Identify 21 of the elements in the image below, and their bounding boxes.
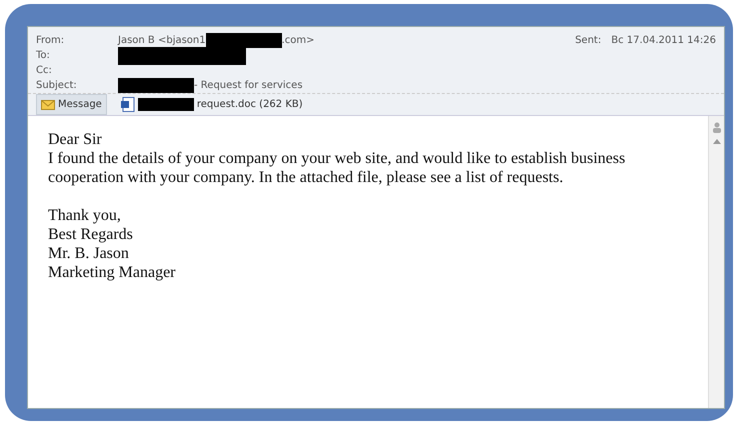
body-text: Best Regards bbox=[48, 225, 134, 244]
body-text: Marketing Manager bbox=[48, 263, 177, 282]
envelope-icon bbox=[41, 100, 55, 110]
field-label: Cc: bbox=[36, 64, 53, 78]
body-text: Thank you, bbox=[48, 206, 122, 225]
scroll-up-icon[interactable] bbox=[712, 138, 720, 144]
field-label: Sent: bbox=[575, 34, 602, 48]
field-value: - Request for services bbox=[194, 79, 303, 93]
body-text: Dear Sir bbox=[48, 130, 103, 149]
body-text: I found the details of your company on your web site, and would like to establish business cooperation with your company. In the attached file, please see a list of requests. bbox=[48, 149, 626, 187]
document-icon bbox=[120, 97, 135, 112]
field-label: Subject: bbox=[36, 79, 78, 93]
field-label: From: bbox=[36, 34, 66, 48]
people-icon[interactable] bbox=[712, 122, 722, 134]
field-value: Bc 17.04.2011 14:26 bbox=[611, 34, 716, 48]
field-value: .com> bbox=[282, 34, 315, 48]
message-tab[interactable]: Message bbox=[36, 94, 107, 115]
field-value: Jason B <bjason1 bbox=[118, 34, 206, 48]
attachment-tab[interactable]: request.doc (262 KB) bbox=[116, 95, 307, 114]
body-text: Mr. B. Jason bbox=[48, 244, 130, 263]
field-label: To: bbox=[36, 49, 51, 63]
